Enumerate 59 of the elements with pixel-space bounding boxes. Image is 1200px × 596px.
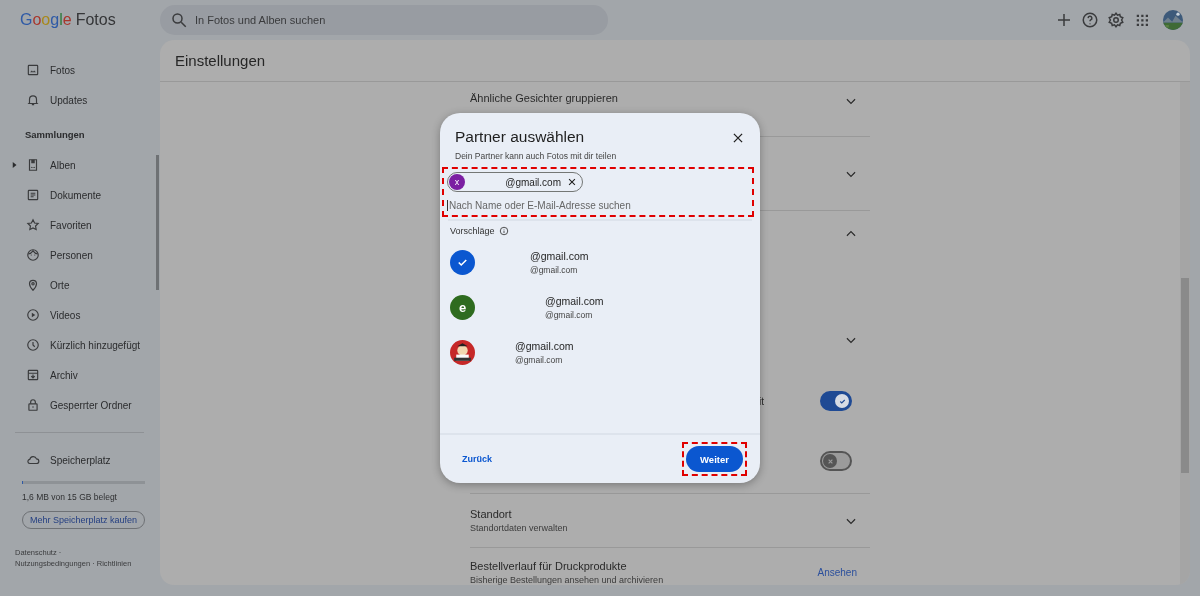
star-icon — [26, 218, 40, 232]
cloud-icon — [26, 453, 40, 467]
sidebar-item[interactable]: Gesperrter Ordner — [50, 399, 132, 411]
suggestion-item[interactable]: @gmail.com @gmail.com — [440, 240, 760, 285]
search-field[interactable]: In Fotos und Alben suchen — [160, 5, 608, 35]
close-icon[interactable] — [731, 131, 745, 145]
dialog-title: Partner auswählen — [455, 128, 585, 146]
toggle-switch[interactable] — [820, 391, 852, 411]
setting-title: Ähnliche Gesichter gruppieren — [470, 92, 619, 104]
storage-usage: 1,6 MB von 15 GB belegt — [21, 491, 118, 502]
sidebar-item[interactable]: Orte — [50, 279, 70, 291]
setting-title: Bestellverlauf für Druckprodukte — [470, 560, 628, 572]
lock-icon — [26, 398, 40, 412]
setting-description: Standortdaten verwalten — [470, 523, 569, 533]
archive-icon — [26, 368, 40, 382]
bell-icon — [26, 93, 40, 107]
toggle-switch[interactable] — [820, 451, 852, 471]
caret-icon[interactable] — [12, 161, 18, 169]
section-label: Vorschläge — [450, 226, 495, 236]
section-heading: Sammlungen — [24, 128, 86, 142]
search-icon[interactable] — [170, 11, 188, 29]
app-logo[interactable]: Google Fotos — [0, 11, 160, 29]
photo-icon — [26, 63, 40, 77]
avatar: e — [450, 295, 475, 320]
setting-label: it — [759, 395, 764, 407]
sidebar-item[interactable]: Videos — [50, 309, 81, 321]
suggestion-item[interactable]: e @gmail.com @gmail.com — [440, 285, 760, 330]
dialog-subtitle: Dein Partner kann auch Fotos mit dir teilen — [454, 150, 618, 161]
sidebar-item[interactable]: Fotos — [50, 64, 75, 76]
document-icon — [26, 188, 40, 202]
sidebar-item[interactable]: Archiv — [50, 369, 78, 381]
scrollbar[interactable] — [156, 155, 159, 290]
page-title: Einstellungen — [160, 40, 1190, 82]
sidebar-item[interactable]: Personen — [50, 249, 93, 261]
next-button[interactable]: Weiter — [686, 446, 743, 472]
suggestion-item[interactable]: @gmail.com @gmail.com — [440, 330, 760, 375]
avatar: x — [449, 174, 465, 190]
back-button[interactable]: Zurück — [462, 454, 492, 464]
pin-icon — [26, 278, 40, 292]
sidebar-item[interactable]: Favoriten — [50, 219, 92, 231]
play-icon — [26, 308, 40, 322]
clock-icon — [26, 338, 40, 352]
close-icon[interactable] — [567, 177, 577, 187]
sidebar-item[interactable]: Kürzlich hinzugefügt — [50, 339, 141, 351]
scrollbar[interactable] — [1180, 82, 1190, 585]
album-icon — [26, 158, 40, 172]
help-icon[interactable] — [1081, 11, 1099, 29]
sidebar-item[interactable]: Alben — [50, 159, 76, 171]
view-link[interactable]: Ansehen — [817, 567, 857, 578]
settings-icon[interactable] — [1107, 11, 1125, 29]
setting-description: Bisherige Bestellungen ansehen und archivieren — [470, 575, 665, 585]
plus-icon[interactable] — [1055, 11, 1073, 29]
sidebar-item[interactable]: Speicherplatz — [50, 454, 111, 466]
setting-title: Standort — [470, 508, 513, 520]
info-icon[interactable] — [498, 226, 509, 236]
input-field[interactable]: Nach Name oder E-Mail-Adresse suchen — [447, 200, 739, 211]
sidebar-item[interactable]: Dokumente — [50, 189, 102, 201]
sidebar-item[interactable]: Updates — [50, 94, 88, 106]
face-icon — [26, 248, 40, 262]
